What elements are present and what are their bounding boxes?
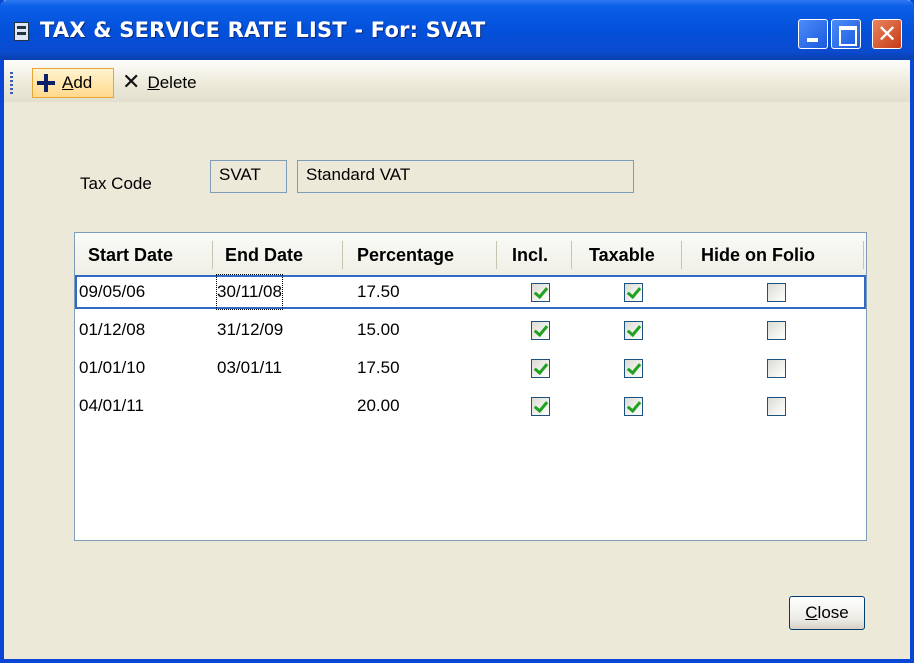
maximize-icon [839,26,857,46]
header-taxable[interactable]: Taxable [589,233,655,275]
toolbar: Add ✕ Delete [4,60,910,102]
window-title: TAX & SERVICE RATE LIST - For: SVAT [40,18,486,42]
cell-end-date[interactable]: 30/11/08 [216,274,283,310]
close-button[interactable]: Close [789,596,865,630]
checkbox-taxable[interactable] [624,397,643,416]
table-row[interactable]: 04/01/11 20.00 [75,389,866,423]
app-icon [14,22,29,41]
x-icon: ✕ [122,70,141,95]
header-hide-on-folio[interactable]: Hide on Folio [701,233,815,275]
grid-header: Start Date End Date Percentage Incl. Tax… [75,233,866,276]
close-window-button[interactable]: ✕ [872,19,902,49]
header-separator [342,241,343,269]
checkbox-hide-on-folio[interactable] [767,321,786,340]
title-bar[interactable]: TAX & SERVICE RATE LIST - For: SVAT ✕ [0,0,914,60]
checkbox-hide-on-folio[interactable] [767,359,786,378]
table-row[interactable]: 09/05/06 30/11/08 17.50 [75,274,866,310]
cell-start-date[interactable]: 04/01/11 [79,389,144,423]
header-separator [212,241,213,269]
header-separator [571,241,572,269]
header-incl[interactable]: Incl. [512,233,548,275]
header-separator [681,241,682,269]
delete-button-label: Delete [147,73,197,92]
table-row[interactable]: 01/01/10 03/01/11 17.50 [75,351,866,385]
toolbar-grip[interactable] [10,72,13,94]
add-button-label: Add [62,73,93,92]
checkbox-incl[interactable] [531,283,550,302]
cell-percentage[interactable]: 17.50 [357,275,400,309]
cell-start-date[interactable]: 01/01/10 [79,351,145,385]
cell-start-date[interactable]: 09/05/06 [79,275,145,309]
checkbox-incl[interactable] [531,397,550,416]
header-end-date[interactable]: End Date [225,233,303,275]
checkbox-incl[interactable] [531,321,550,340]
checkbox-taxable[interactable] [624,321,643,340]
tax-code-label: Tax Code [80,174,152,193]
header-separator [863,241,864,269]
tax-code-field: SVAT [210,160,287,193]
checkbox-incl[interactable] [531,359,550,378]
minimize-icon [807,38,818,42]
checkbox-hide-on-folio[interactable] [767,283,786,302]
checkbox-hide-on-folio[interactable] [767,397,786,416]
minimize-button[interactable] [798,19,828,49]
add-button[interactable]: Add [32,68,114,98]
header-start-date[interactable]: Start Date [88,233,173,275]
delete-button[interactable]: ✕ Delete [118,68,218,98]
cell-percentage[interactable]: 15.00 [357,313,400,347]
maximize-button[interactable] [831,19,861,49]
cell-end-date[interactable]: 03/01/11 [217,351,282,385]
checkbox-taxable[interactable] [624,359,643,378]
tax-description-field: Standard VAT [297,160,634,193]
cell-percentage[interactable]: 17.50 [357,351,400,385]
cell-percentage[interactable]: 20.00 [357,389,400,423]
cell-end-date[interactable]: 31/12/09 [217,313,283,347]
cell-start-date[interactable]: 01/12/08 [79,313,145,347]
rate-grid: Start Date End Date Percentage Incl. Tax… [74,232,867,541]
close-icon: ✕ [876,20,898,48]
table-row[interactable]: 01/12/08 31/12/09 15.00 [75,313,866,347]
plus-icon [37,74,55,92]
header-percentage[interactable]: Percentage [357,233,454,275]
tax-rate-window: TAX & SERVICE RATE LIST - For: SVAT ✕ Ad… [0,0,914,663]
checkbox-taxable[interactable] [624,283,643,302]
header-separator [496,241,497,269]
